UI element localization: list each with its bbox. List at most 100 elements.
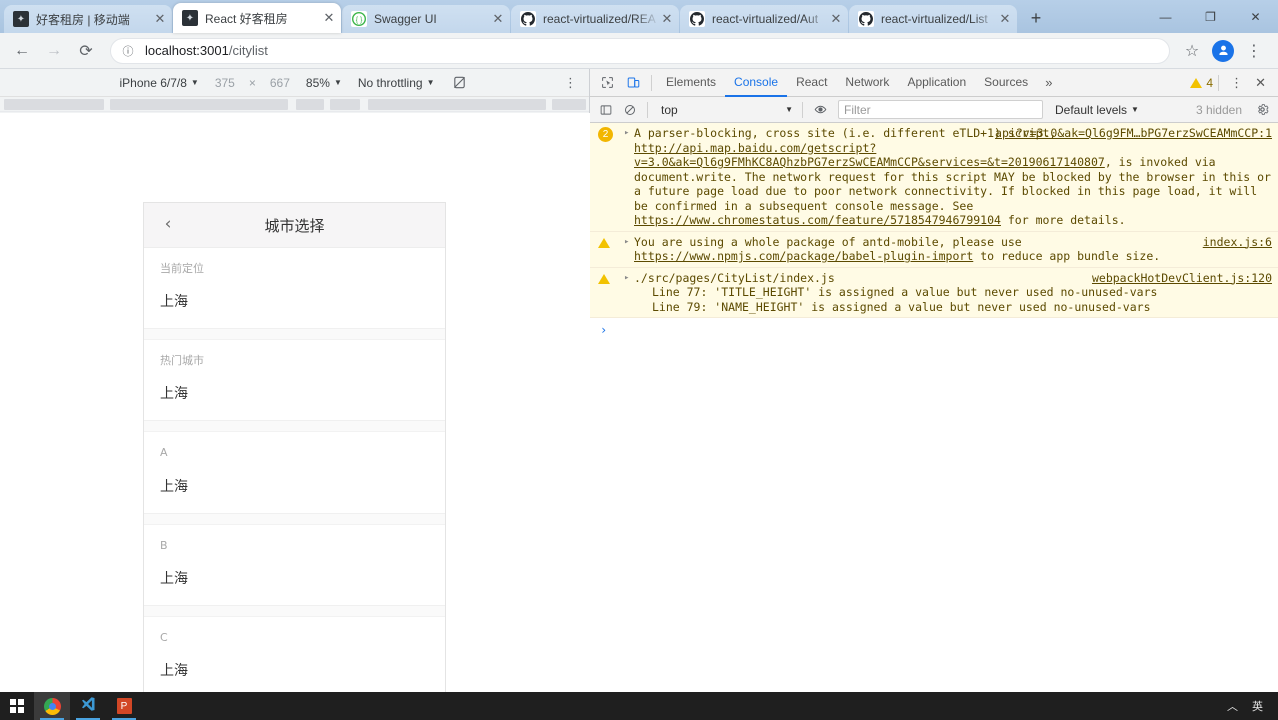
throttling-select[interactable]: No throttling ▼ — [358, 76, 435, 90]
inspect-element-icon[interactable] — [594, 70, 620, 96]
message-part: to reduce app bundle size. — [973, 249, 1161, 263]
device-toolbar-toggle-icon[interactable] — [620, 70, 646, 96]
forward-button[interactable]: → — [40, 37, 68, 65]
browser-tab-4[interactable]: react-virtualized/REA ✕ — [511, 5, 679, 33]
new-tab-button[interactable]: + — [1022, 4, 1050, 32]
browser-tab-1[interactable]: ✦ 好客租房 | 移动端 ✕ — [4, 5, 172, 33]
bookmark-star-icon[interactable]: ☆ — [1178, 37, 1206, 65]
list-item[interactable]: 上海 — [144, 275, 445, 330]
city-list[interactable]: 当前定位 上海 热门城市 上海 A 上海 B 上海 C 上海 — [144, 248, 445, 692]
devtools-tab-console[interactable]: Console — [725, 69, 787, 97]
chevron-down-icon: ▼ — [785, 105, 793, 114]
tab-close-icon[interactable]: ✕ — [997, 11, 1013, 27]
log-levels-value: Default levels — [1055, 102, 1128, 117]
list-section: A 上海 — [144, 432, 445, 514]
message-level-icon: 2 — [598, 126, 624, 228]
viewport-height-input[interactable]: 667 — [270, 76, 290, 90]
browser-menu-button[interactable]: ⋮ — [1240, 37, 1268, 65]
console-sidebar-icon[interactable] — [594, 98, 618, 122]
devtools-tab-network[interactable]: Network — [836, 69, 898, 97]
expand-arrow-icon[interactable]: ▸ — [624, 271, 634, 315]
console-prompt[interactable]: › — [590, 318, 1278, 337]
minimize-button[interactable]: — — [1143, 0, 1188, 33]
show-hidden-icons-chevron[interactable]: ︿ — [1220, 698, 1245, 714]
avatar[interactable] — [1212, 39, 1234, 62]
list-item[interactable]: 上海 — [144, 643, 445, 692]
prompt-symbol-icon: › — [600, 323, 608, 337]
chevron-down-icon: ▼ — [190, 78, 199, 87]
log-levels-select[interactable]: Default levels ▼ — [1055, 103, 1139, 117]
devtools-menu-icon[interactable]: ⋮ — [1224, 75, 1249, 91]
device-viewport: ‹ 城市选择 当前定位 上海 热门城市 上海 A 上海 B 上海 C 上海 — [0, 113, 590, 692]
console-message[interactable]: ▸ You are using a whole package of antd-… — [590, 231, 1278, 268]
viewport-width-value: 375 — [214, 75, 235, 90]
chevron-down-icon: ▼ — [333, 78, 342, 87]
live-expression-eye-icon[interactable] — [808, 98, 832, 122]
expand-arrow-icon[interactable]: ▸ — [624, 126, 634, 228]
close-window-button[interactable]: ✕ — [1233, 0, 1278, 33]
zoom-select[interactable]: 85% ▼ — [306, 76, 342, 90]
message-link[interactable]: https://www.chromestatus.com/feature/571… — [634, 213, 1001, 227]
browser-tab-3[interactable]: { } Swagger UI ✕ — [342, 5, 510, 33]
message-part: for more details. — [1000, 213, 1126, 227]
list-item[interactable]: 上海 — [144, 551, 445, 606]
back-button[interactable]: ← — [8, 37, 36, 65]
tab-close-icon[interactable]: ✕ — [152, 11, 168, 27]
tab-close-icon[interactable]: ✕ — [490, 11, 506, 27]
console-filter-input[interactable]: Filter — [838, 100, 1043, 119]
windows-logo-icon — [10, 699, 24, 713]
devtools-tabbar: Elements Console React Network Applicati… — [590, 69, 1278, 97]
message-source-link[interactable]: index.js:6 — [1203, 235, 1272, 249]
message-text: You are using a whole package of antd-mo… — [634, 235, 1278, 264]
list-item[interactable]: 上海 — [144, 459, 445, 514]
warning-triangle-icon — [598, 237, 610, 248]
page-title: 城市选择 — [264, 216, 325, 235]
reload-button[interactable]: ⟳ — [72, 37, 100, 65]
devtools-tab-sources[interactable]: Sources — [975, 69, 1037, 97]
tab-close-icon[interactable]: ✕ — [321, 10, 337, 26]
device-toolbar: iPhone 6/7/8 ▼ 375 × 667 85% ▼ No thrott… — [0, 69, 589, 97]
taskbar-item-vscode[interactable] — [70, 692, 106, 720]
browser-tab-2[interactable]: ✦ React 好客租房 ✕ — [173, 3, 341, 33]
site-info-icon[interactable]: ⓘ — [119, 42, 137, 60]
warning-count-badge[interactable]: 4 — [1190, 76, 1213, 90]
viewport-width-input[interactable]: 375 — [215, 76, 235, 90]
browser-tab-6[interactable]: react-virtualized/List ✕ — [849, 5, 1017, 33]
devtools-close-icon[interactable]: ✕ — [1249, 75, 1272, 91]
message-source-link[interactable]: api?v=3.0&ak=Ql6g9FM…bPG7erzSwCEAMmCCP:1 — [995, 126, 1272, 140]
chevron-down-icon: ▼ — [426, 78, 435, 87]
console-toolbar: top ▼ Filter Default levels ▼ 3 hidden — [590, 97, 1278, 123]
back-chevron-icon[interactable]: ‹ — [158, 214, 178, 234]
list-section: B 上海 — [144, 524, 445, 606]
console-message[interactable]: ▸ ./src/pages/CityList/index.js Line 77:… — [590, 267, 1278, 318]
list-item[interactable]: 上海 — [144, 367, 445, 422]
taskbar-item-powerpoint[interactable]: P — [106, 692, 142, 720]
more-tabs-icon[interactable]: » — [1037, 75, 1060, 90]
execution-context-select[interactable]: top ▼ — [657, 100, 797, 119]
tab-close-icon[interactable]: ✕ — [828, 11, 844, 27]
devtools-tab-react[interactable]: React — [787, 69, 836, 97]
address-bar[interactable]: ⓘ localhost:3001/citylist — [110, 37, 1170, 64]
device-select[interactable]: iPhone 6/7/8 ▼ — [120, 76, 199, 90]
maximize-button[interactable]: ❐ — [1188, 0, 1233, 33]
clear-console-icon[interactable] — [618, 98, 642, 122]
device-toolbar-menu[interactable]: ⋮ — [564, 76, 577, 89]
start-button[interactable] — [0, 692, 34, 720]
powerpoint-icon: P — [116, 698, 132, 714]
message-part: A parser-blocking, cross site (i.e. diff… — [634, 126, 1057, 140]
message-source-link[interactable]: webpackHotDevClient.js:120 — [1092, 271, 1272, 285]
expand-arrow-icon[interactable]: ▸ — [624, 235, 634, 264]
console-settings-gear-icon[interactable] — [1250, 98, 1274, 122]
console-messages[interactable]: 2 ▸ A parser-blocking, cross site (i.e. … — [590, 123, 1278, 692]
main-content: iPhone 6/7/8 ▼ 375 × 667 85% ▼ No thrott… — [0, 69, 1278, 692]
rotate-icon[interactable] — [452, 75, 467, 90]
devtools-tab-application[interactable]: Application — [898, 69, 975, 97]
devtools-tab-elements[interactable]: Elements — [657, 69, 725, 97]
ime-indicator[interactable]: 英 — [1245, 698, 1270, 714]
message-link[interactable]: https://www.npmjs.com/package/babel-plug… — [634, 249, 973, 263]
taskbar-item-chrome[interactable] — [34, 692, 70, 720]
console-message[interactable]: 2 ▸ A parser-blocking, cross site (i.e. … — [590, 123, 1278, 232]
browser-tab-5[interactable]: react-virtualized/Aut ✕ — [680, 5, 848, 33]
message-link[interactable]: http://api.map.baidu.com/getscript?v=3.0… — [634, 141, 1105, 170]
tab-close-icon[interactable]: ✕ — [659, 11, 675, 27]
